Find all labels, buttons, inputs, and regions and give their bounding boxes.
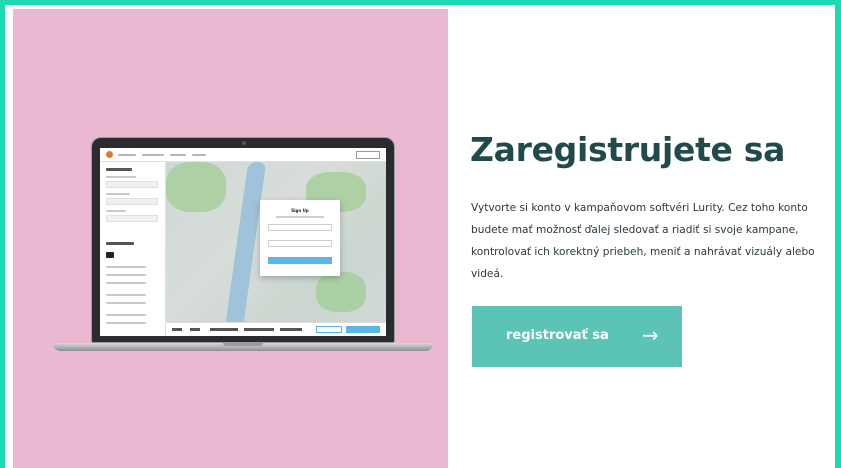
- sidebar-heading: [106, 242, 134, 245]
- sidebar-row: [106, 274, 146, 276]
- sidebar-chip: [106, 252, 114, 258]
- sidebar-heading: [106, 168, 132, 171]
- signup-dialog: Sign Up: [260, 200, 340, 276]
- stat-value: [244, 328, 274, 331]
- sidebar-row: [106, 282, 146, 284]
- sidebar-label: [106, 176, 136, 178]
- signup-title: Sign Up: [291, 208, 309, 213]
- register-button[interactable]: registrovať sa →: [472, 306, 682, 367]
- sidebar-row: [106, 314, 146, 316]
- stat-value: [172, 328, 182, 331]
- sidebar-row: [106, 266, 146, 268]
- laptop-mockup: Sign Up: [53, 137, 433, 359]
- arrow-right-icon: →: [642, 323, 659, 347]
- topbar-nav-item: [192, 154, 206, 156]
- stat-value: [210, 328, 238, 331]
- sidebar-row: [106, 322, 146, 324]
- stats-secondary-button: [316, 326, 342, 333]
- app-topbar: [100, 148, 386, 162]
- laptop-image-panel: Sign Up: [13, 9, 448, 468]
- sidebar-label: [106, 193, 130, 195]
- signup-button: [268, 257, 332, 264]
- sidebar-field: [106, 215, 158, 222]
- laptop-lid: Sign Up: [91, 137, 395, 343]
- topbar-nav-item: [170, 154, 186, 156]
- laptop-notch: [223, 343, 263, 346]
- laptop-screen: Sign Up: [100, 148, 386, 336]
- topbar-text: [118, 154, 136, 156]
- app-sidebar: [100, 162, 166, 336]
- sidebar-field: [106, 198, 158, 205]
- stat-value: [280, 328, 302, 331]
- stats-primary-button: [346, 326, 380, 333]
- signup-subtitle: [276, 216, 324, 218]
- map-park: [166, 162, 226, 212]
- topbar-nav-item: [142, 154, 164, 156]
- page-title: Zaregistrujete sa: [470, 130, 786, 169]
- map-view: Sign Up: [166, 162, 386, 336]
- sidebar-row: [106, 294, 146, 296]
- stat-value: [190, 328, 200, 331]
- map-park: [316, 272, 366, 312]
- sidebar-label: [106, 210, 126, 212]
- topbar-button: [356, 151, 380, 159]
- camera-icon: [242, 141, 246, 145]
- stats-bar: [166, 322, 386, 336]
- lurity-logo: [106, 151, 113, 158]
- email-field: [268, 240, 332, 247]
- register-button-label: registrovať sa: [506, 328, 609, 343]
- sidebar-row: [106, 302, 146, 304]
- intro-paragraph: Vytvorte si konto v kampaňovom softvéri …: [471, 202, 815, 280]
- sidebar-field: [106, 181, 158, 188]
- google-signin-field: [268, 224, 332, 231]
